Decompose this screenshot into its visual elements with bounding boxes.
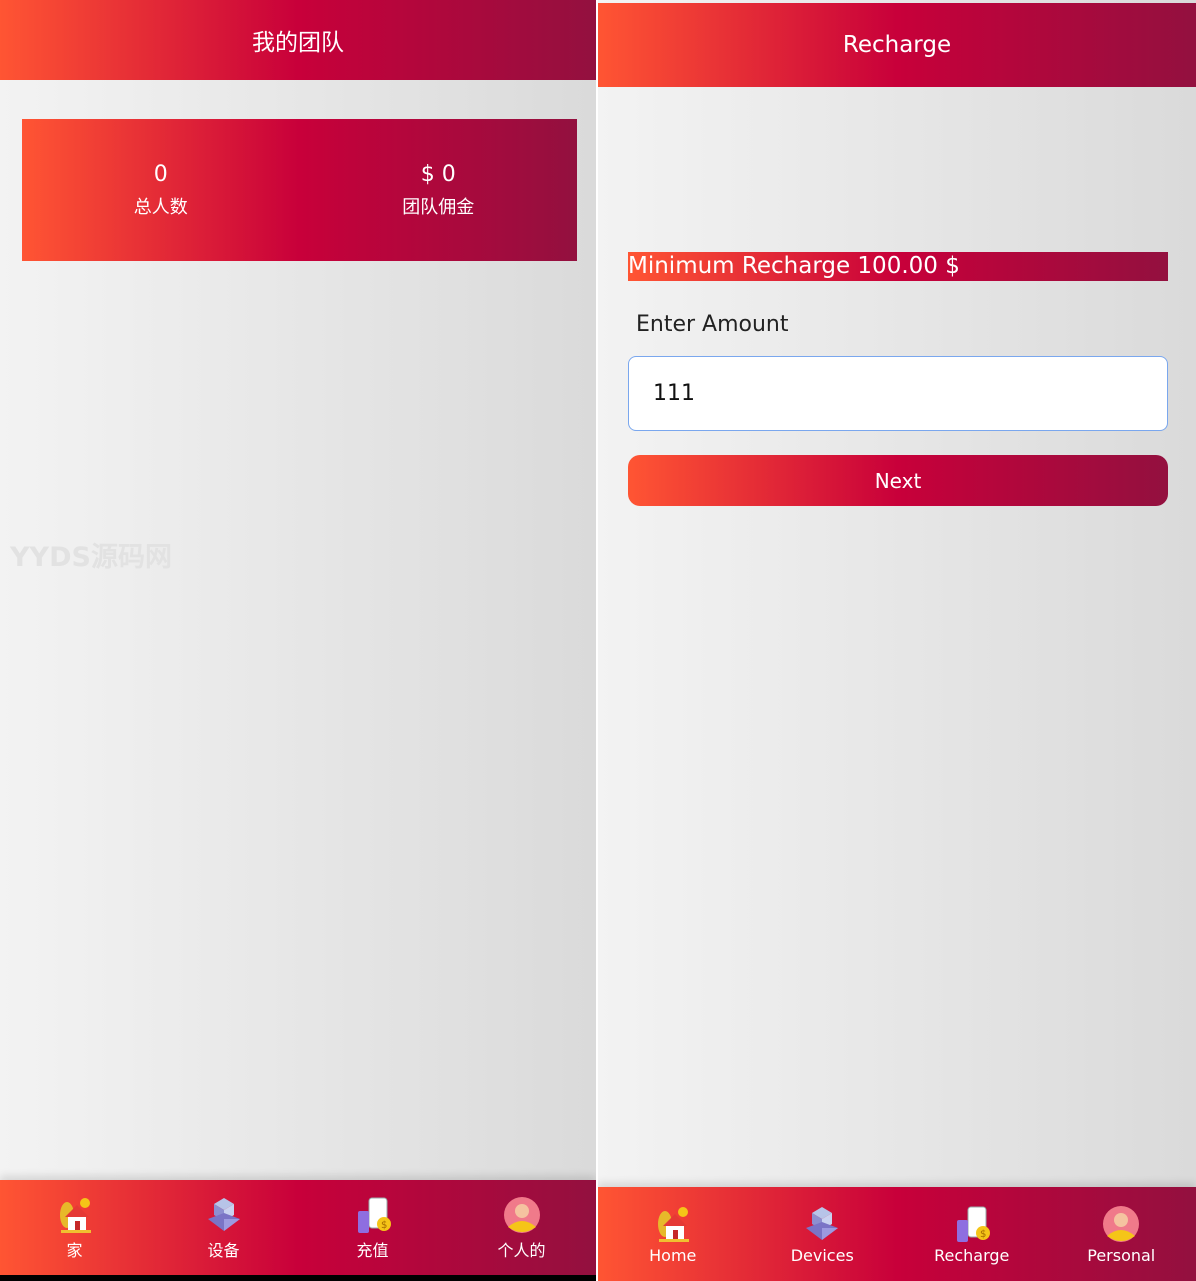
- nav-devices[interactable]: Devices: [748, 1187, 898, 1281]
- stat-label: 总人数: [133, 196, 188, 218]
- amount-input[interactable]: [628, 356, 1168, 431]
- nav-personal[interactable]: Personal: [1047, 1187, 1196, 1281]
- team-stats-card: 0 总人数 $ 0 团队佣金: [22, 119, 577, 261]
- personal-icon: [502, 1195, 542, 1235]
- total-members-stat: 0 总人数: [22, 119, 300, 261]
- system-bar: [0, 1275, 596, 1281]
- nav-devices[interactable]: 设备: [149, 1180, 298, 1275]
- devices-icon: [204, 1195, 244, 1235]
- stat-label: 团队佣金: [402, 196, 475, 218]
- nav-recharge[interactable]: Recharge: [897, 1187, 1047, 1281]
- recharge-screen: Recharge Minimum Recharge 100.00 $ Enter…: [598, 0, 1196, 1281]
- nav-label: 充值: [356, 1240, 389, 1260]
- nav-label: Recharge: [934, 1246, 1010, 1265]
- stat-value: $ 0: [420, 161, 456, 187]
- bottom-nav: 家 设备 充值 个人的: [0, 1180, 596, 1275]
- nav-personal[interactable]: 个人的: [447, 1180, 596, 1275]
- team-commission-stat: $ 0 团队佣金: [300, 119, 578, 261]
- nav-label: Home: [649, 1246, 697, 1265]
- devices-icon: [802, 1204, 842, 1244]
- page-title: 我的团队: [252, 30, 344, 56]
- nav-label: 设备: [207, 1240, 240, 1260]
- recharge-icon: [952, 1204, 992, 1244]
- page-header: Recharge: [598, 3, 1196, 87]
- page-title: Recharge: [842, 32, 952, 58]
- amount-label: Enter Amount: [636, 312, 789, 337]
- nav-label: Personal: [1087, 1246, 1156, 1265]
- home-icon: [653, 1204, 693, 1244]
- home-icon: [55, 1195, 95, 1235]
- nav-label: 个人的: [497, 1240, 546, 1260]
- my-team-screen: 我的团队 0 总人数 $ 0 团队佣金 YYDS源码网 家 设备 充值 个人的: [0, 0, 596, 1281]
- page-header: 我的团队: [0, 0, 596, 80]
- minimum-recharge-notice: Minimum Recharge 100.00 $: [628, 252, 1168, 281]
- next-button[interactable]: Next: [628, 455, 1168, 506]
- personal-icon: [1101, 1204, 1141, 1244]
- nav-home[interactable]: 家: [0, 1180, 149, 1275]
- nav-recharge[interactable]: 充值: [298, 1180, 447, 1275]
- nav-label: 家: [66, 1240, 83, 1260]
- stat-value: 0: [153, 161, 168, 187]
- watermark: YYDS源码网: [10, 542, 172, 573]
- bottom-nav: Home Devices Recharge Personal: [598, 1187, 1196, 1281]
- recharge-icon: [353, 1195, 393, 1235]
- nav-home[interactable]: Home: [598, 1187, 748, 1281]
- nav-label: Devices: [790, 1246, 854, 1265]
